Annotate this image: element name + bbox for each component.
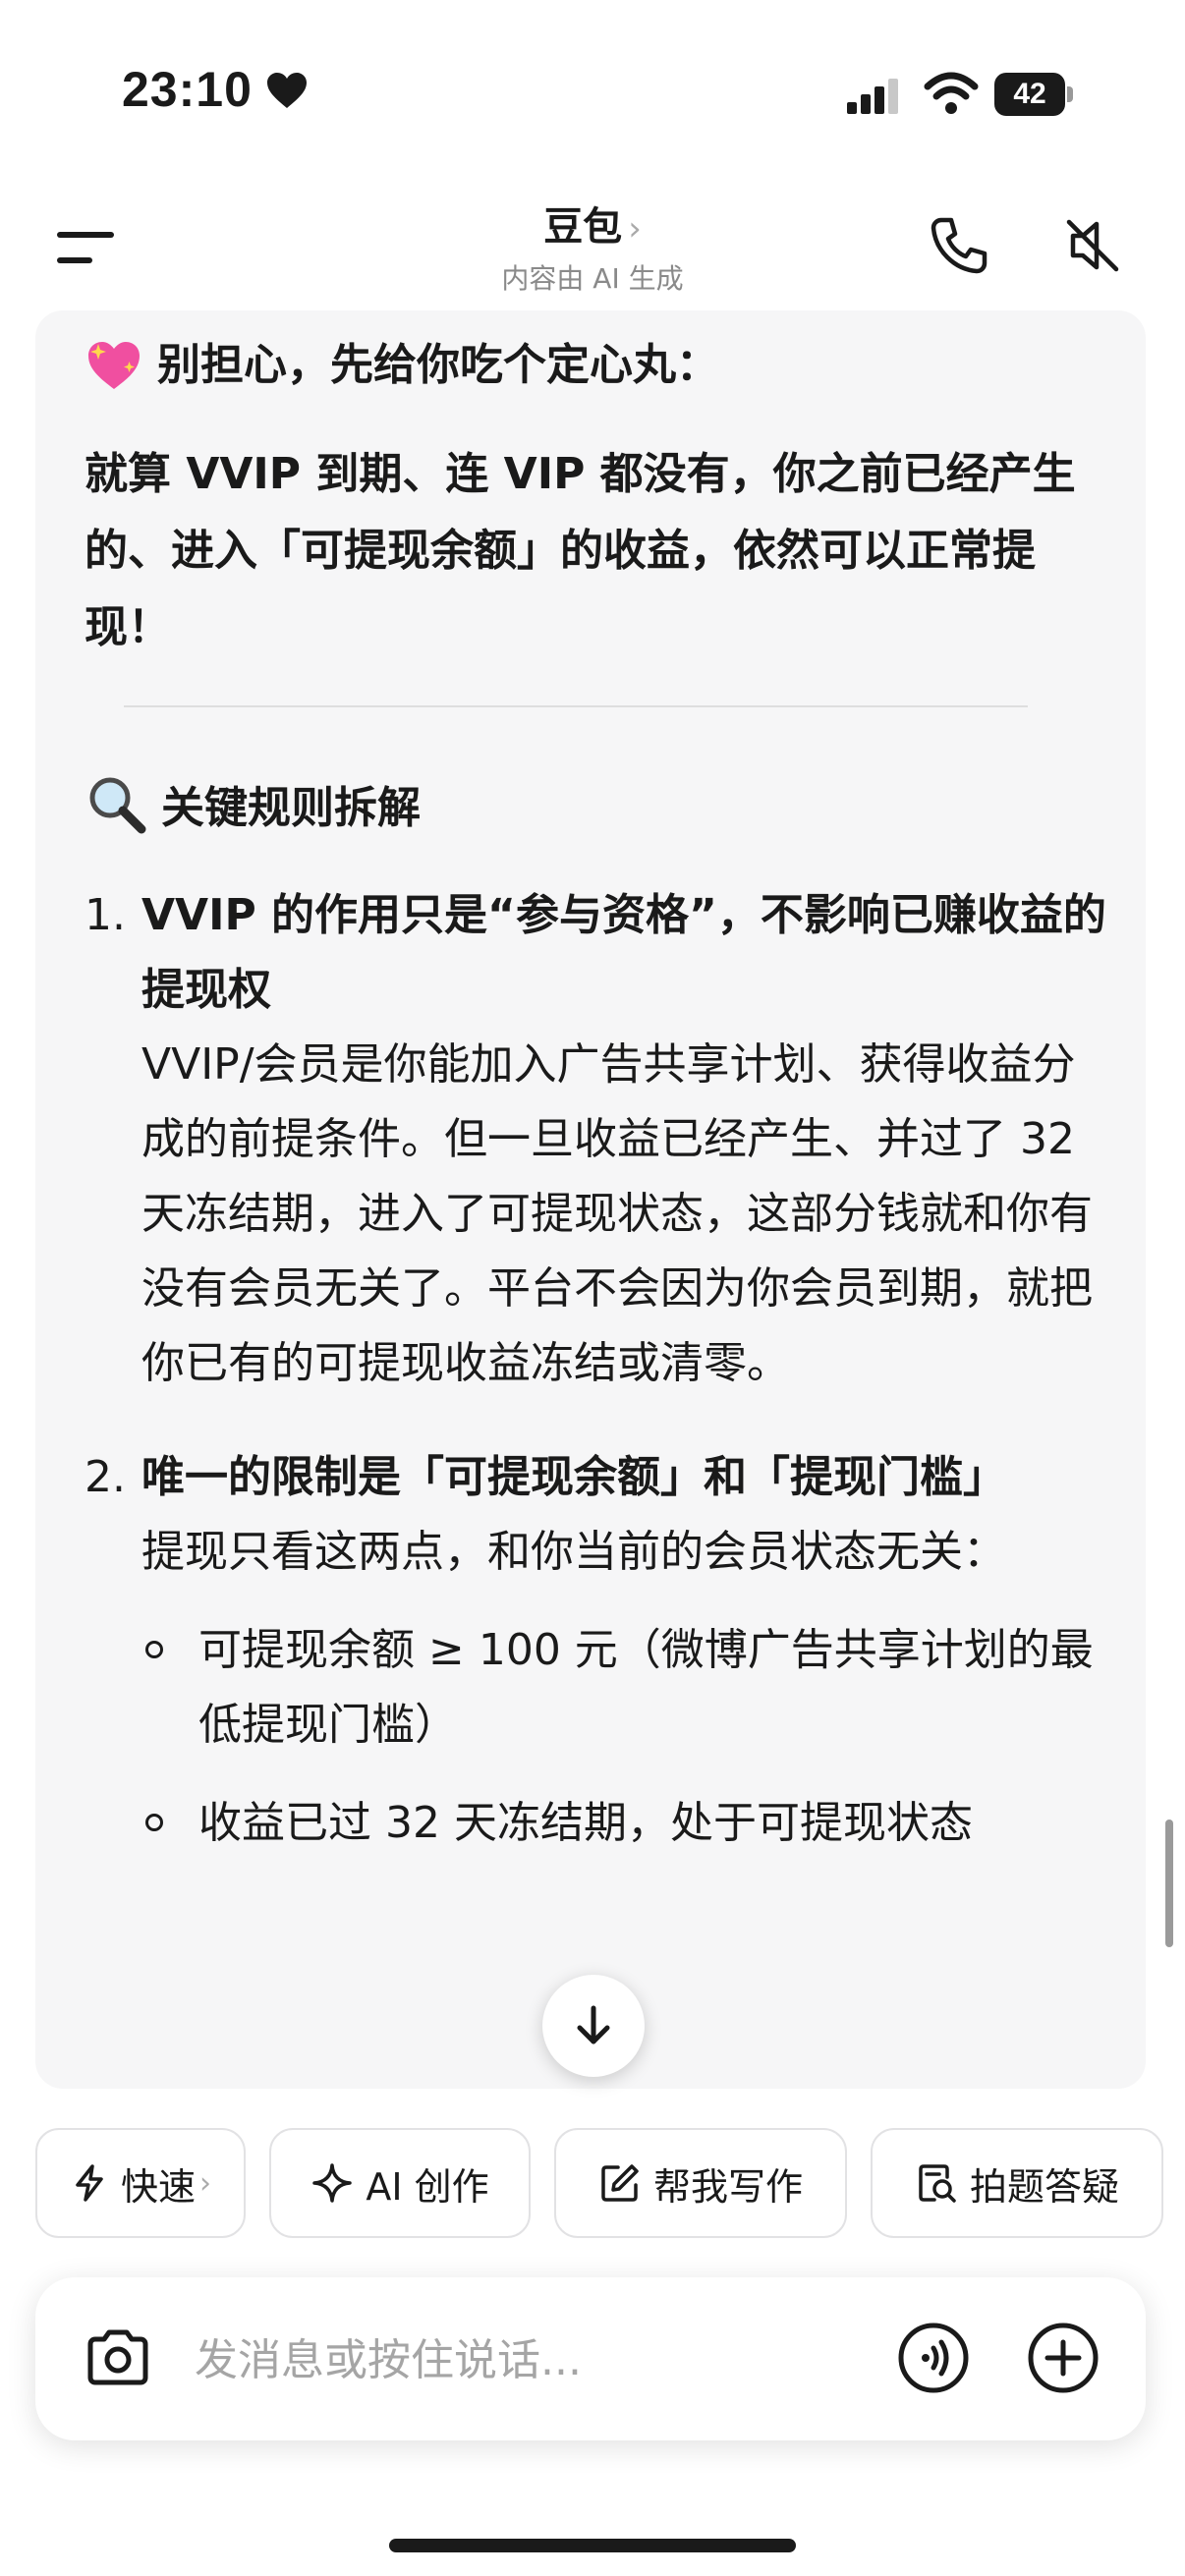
sparkling-heart-icon xyxy=(88,342,140,389)
message-content: 别担心，先给你吃个定心丸： 就算 VVIP 到期、连 VIP 都没有，你之前已经… xyxy=(85,330,1116,1861)
chip-ai-create[interactable]: AI 创作 xyxy=(269,2128,531,2238)
sub-list-item: 可提现余额 ≥ 100 元（微博广告共享计划的最低提现门槛） xyxy=(141,1613,1116,1763)
section-heading: 关键规则拆解 xyxy=(85,768,1116,839)
chip-label: 帮我写作 xyxy=(652,2164,803,2209)
scrollbar[interactable] xyxy=(1165,1820,1173,1947)
status-bar: 23:10 42 xyxy=(0,0,1185,187)
chip-label: 拍题答疑 xyxy=(969,2164,1119,2209)
bot-name[interactable]: 豆包 › xyxy=(0,195,1185,252)
battery-cap xyxy=(1067,86,1073,102)
divider xyxy=(124,705,1028,707)
sub-list-item: 收益已过 32 天冻结期，处于可提现状态 xyxy=(141,1786,1116,1861)
voice-call-icon[interactable] xyxy=(896,2321,971,2395)
cellular-signal-icon xyxy=(847,79,898,114)
speaker-mute-icon[interactable] xyxy=(1061,214,1124,277)
list-number: 1. xyxy=(85,890,126,940)
scroll-to-bottom-button[interactable] xyxy=(542,1975,645,2077)
bullet xyxy=(145,1814,163,1831)
camera-icon[interactable] xyxy=(81,2321,155,2395)
bot-name-label: 豆包 xyxy=(543,204,623,250)
list-item-body: 提现只看这两点，和你当前的会员状态无关： xyxy=(141,1527,1006,1577)
chip-fast-mode[interactable]: 快速 › xyxy=(35,2128,246,2238)
chip-label: AI 创作 xyxy=(366,2164,489,2209)
list-item-body: VVIP/会员是你能加入广告共享计划、获得收益分成的前提条件。但一旦收益已经产生… xyxy=(141,1039,1093,1388)
ai-generated-notice: 内容由 AI 生成 xyxy=(501,262,684,295)
list-item: 2. 唯一的限制是「可提现余额」和「提现门槛」 提现只看这两点，和你当前的会员状… xyxy=(85,1440,1116,1861)
battery-indicator: 42 xyxy=(994,73,1073,116)
reassure-text: 别担心，先给你吃个定心丸： xyxy=(157,340,719,390)
chevron-right-icon: › xyxy=(199,2165,211,2201)
sub-item-text: 收益已过 32 天冻结期，处于可提现状态 xyxy=(198,1798,973,1848)
chat-header: 豆包 › 内容由 AI 生成 xyxy=(0,187,1185,305)
chip-label: 快速 xyxy=(120,2164,196,2209)
chevron-right-icon: › xyxy=(628,209,642,249)
phone-icon[interactable] xyxy=(928,214,990,277)
status-time: 23:10 xyxy=(122,62,253,117)
search-doc-icon xyxy=(919,2164,956,2203)
bullet xyxy=(145,1641,163,1658)
reassure-line: 别担心，先给你吃个定心丸： xyxy=(85,330,1116,401)
chip-writing-help[interactable]: 帮我写作 xyxy=(554,2128,847,2238)
edit-icon xyxy=(601,2164,639,2202)
message-input[interactable] xyxy=(193,2321,880,2399)
lightning-icon xyxy=(76,2164,103,2202)
section-heading-text: 关键规则拆解 xyxy=(161,783,421,833)
chip-photo-question[interactable]: 拍题答疑 xyxy=(871,2128,1163,2238)
battery-level: 42 xyxy=(994,73,1065,116)
list-item-title: VVIP 的作用只是“参与资格”，不影响已赚收益的提现权 xyxy=(141,890,1106,1015)
arrow-down-icon xyxy=(577,2005,610,2044)
quick-action-bar: 快速 › AI 创作 帮我写作 拍题答疑 xyxy=(35,2128,1165,2238)
list-item: 1. VVIP 的作用只是“参与资格”，不影响已赚收益的提现权 VVIP/会员是… xyxy=(85,878,1116,1401)
list-number: 2. xyxy=(85,1452,126,1502)
wifi-icon xyxy=(924,72,979,114)
heart-icon xyxy=(267,73,307,108)
message-composer xyxy=(35,2277,1146,2440)
home-indicator xyxy=(389,2539,796,2552)
plus-icon[interactable] xyxy=(1026,2321,1100,2395)
magnifier-icon xyxy=(89,777,146,834)
list-item-title: 唯一的限制是「可提现余额」和「提现门槛」 xyxy=(141,1452,1006,1502)
sub-item-text: 可提现余额 ≥ 100 元（微博广告共享计划的最低提现门槛） xyxy=(198,1625,1094,1750)
key-conclusion: 就算 VVIP 到期、连 VIP 都没有，你之前已经产生的、进入「可提现余额」的… xyxy=(85,449,1076,652)
ai-message-card: 别担心，先给你吃个定心丸： 就算 VVIP 到期、连 VIP 都没有，你之前已经… xyxy=(35,310,1146,2089)
sparkle-icon xyxy=(312,2163,353,2203)
